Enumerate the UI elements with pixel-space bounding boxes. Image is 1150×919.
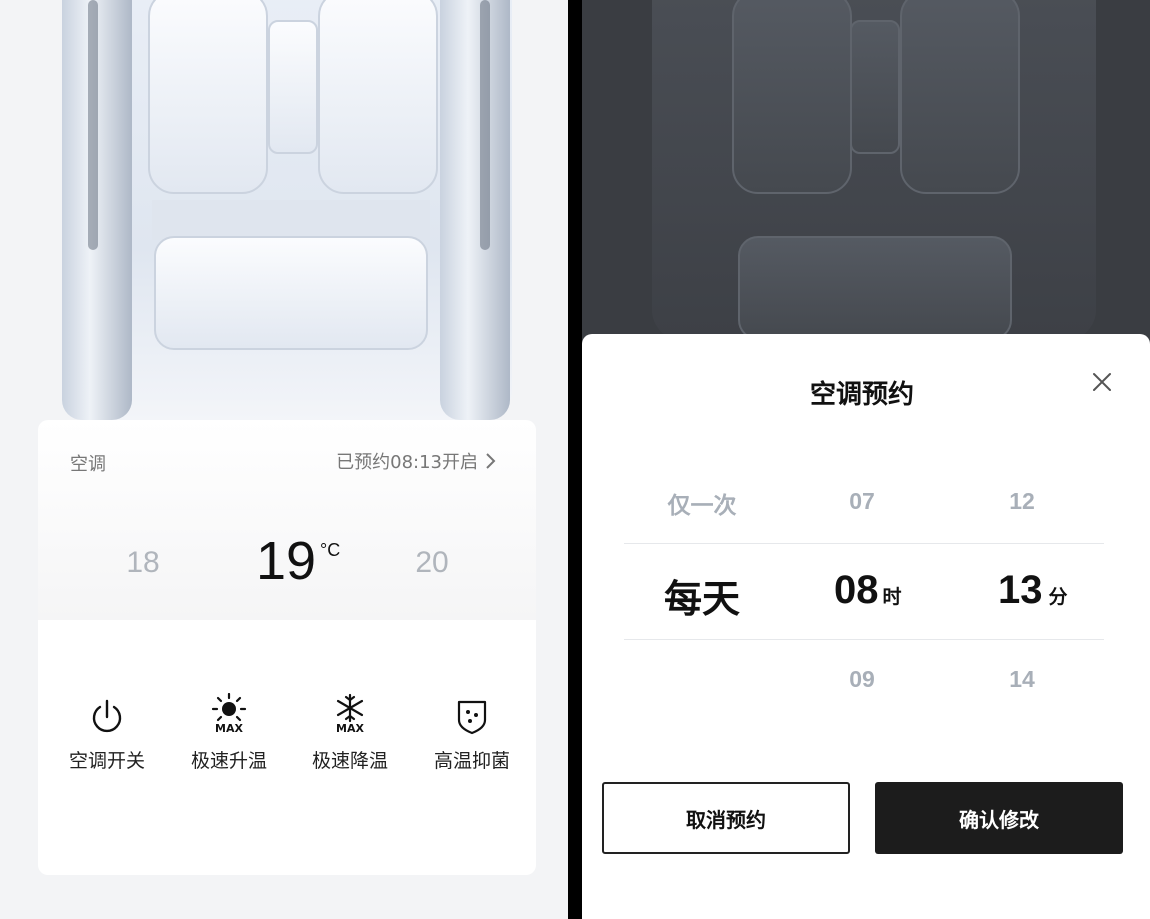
picker-top-line [624, 543, 1104, 544]
power-icon [92, 699, 122, 733]
temp-current: 19 [256, 531, 317, 591]
snowflake-max-icon [336, 693, 364, 722]
minute-option-above[interactable]: 12 [982, 488, 1062, 515]
rapid-cool-button[interactable]: MAX 极速降温 [295, 690, 405, 773]
right-screen: 空调预约 仅一次 每天 07 08 时 09 12 13 分 14 取消预约 确… [582, 0, 1150, 919]
temp-higher[interactable]: 20 [412, 546, 452, 580]
temp-lower[interactable]: 18 [126, 546, 160, 580]
schedule-sheet: 空调预约 仅一次 每天 07 08 时 09 12 13 分 14 取消预约 确… [582, 334, 1150, 919]
ac-power-button[interactable]: 空调开关 [52, 690, 162, 773]
rapid-heat-button[interactable]: MAX 极速升温 [174, 690, 284, 773]
repeat-option-above[interactable]: 仅一次 [642, 486, 762, 520]
card-title: 空调 [70, 454, 106, 475]
rear-seat [154, 236, 428, 350]
hour-value: 08 [834, 568, 879, 612]
sterilize-label: 高温抑菌 [433, 750, 510, 772]
rapid-cool-label: 极速降温 [311, 750, 388, 772]
temp-unit: °C [320, 540, 341, 560]
car-door-right [440, 0, 510, 420]
confirm-change-button[interactable]: 确认修改 [875, 782, 1123, 854]
hour-option-above[interactable]: 07 [822, 488, 902, 515]
close-icon[interactable] [1090, 370, 1114, 394]
hour-unit: 时 [882, 586, 902, 608]
ac-power-label: 空调开关 [68, 750, 145, 772]
max-badge: MAX [215, 721, 243, 735]
sterilize-button[interactable]: 高温抑菌 [417, 690, 527, 773]
shield-dots-icon [457, 700, 487, 735]
minute-unit: 分 [1048, 586, 1068, 608]
schedule-status-link[interactable]: 已预约08:13开启 [336, 448, 498, 474]
center-console [268, 20, 318, 154]
schedule-status-text: 已预约08:13开启 [336, 452, 478, 473]
hour-option-selected[interactable]: 08 时 [834, 568, 902, 613]
sun-max-icon [211, 692, 247, 721]
chevron-right-icon [486, 453, 496, 469]
sheet-title: 空调预约 [809, 380, 914, 410]
front-seat-left [148, 0, 268, 194]
left-screen: 空调 已预约08:13开启 18 19 °C 20 空调开关 MAX 极速升温 [0, 0, 568, 919]
screen-divider [568, 0, 582, 919]
max-badge: MAX [336, 721, 364, 735]
repeat-option-selected[interactable]: 每天 [642, 568, 762, 623]
ac-controls-panel: 空调开关 MAX 极速升温 MAX 极速降温 高温抑菌 [38, 620, 536, 875]
ac-card-header: 空调 已预约08:13开启 18 19 °C 20 [38, 420, 536, 620]
minute-option-below[interactable]: 14 [982, 666, 1062, 693]
minute-value: 13 [998, 568, 1043, 612]
hour-option-below[interactable]: 09 [822, 666, 902, 693]
rapid-heat-label: 极速升温 [190, 750, 267, 772]
picker-bottom-line [624, 639, 1104, 640]
front-seat-right [318, 0, 438, 194]
cancel-schedule-button[interactable]: 取消预约 [602, 782, 850, 854]
minute-option-selected[interactable]: 13 分 [998, 568, 1068, 613]
